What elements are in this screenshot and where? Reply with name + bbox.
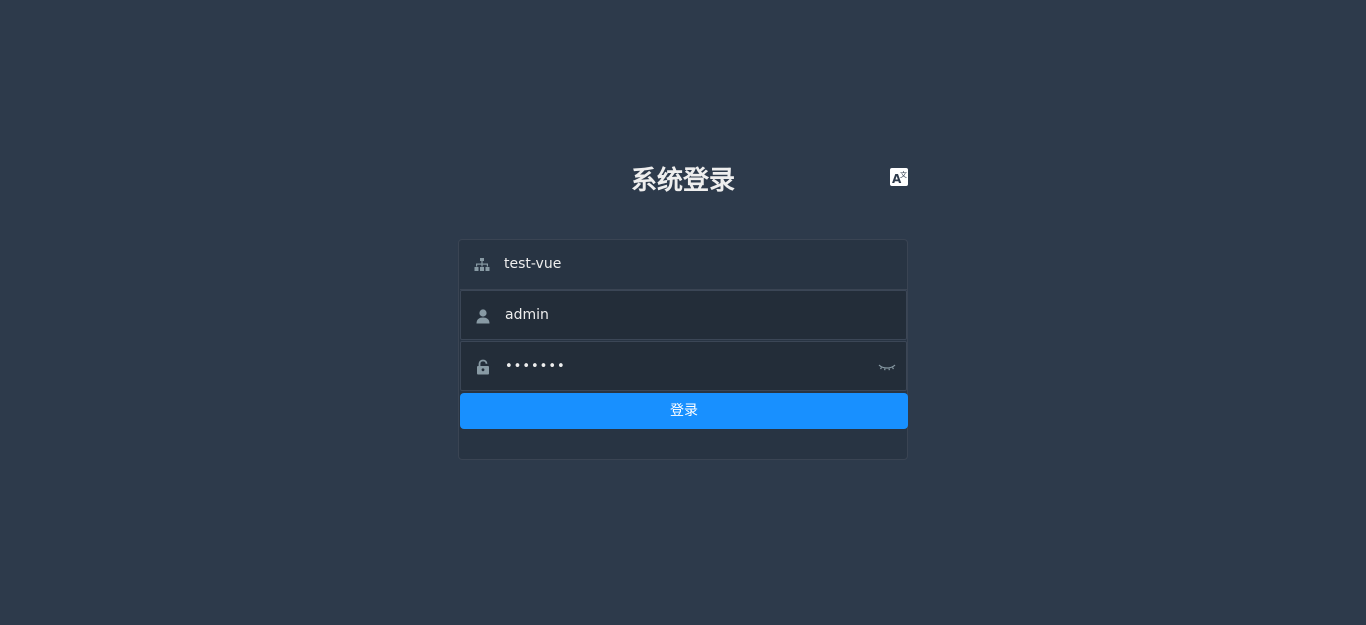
username-input[interactable] [505,291,865,339]
eye-closed-icon[interactable] [878,359,896,375]
login-button[interactable]: 登录 [460,393,908,429]
password-field [460,341,907,391]
tenant-field [460,240,907,290]
login-form: 登录 [458,239,908,460]
translate-icon: A 文 [892,170,907,186]
username-field [460,290,907,340]
tenant-input[interactable] [504,240,864,288]
password-input[interactable] [505,342,865,390]
language-switch-button[interactable]: A 文 [890,168,908,186]
lock-icon [475,359,491,375]
svg-text:文: 文 [900,170,907,179]
page-title: 系统登录 [630,166,735,196]
user-icon [475,308,491,324]
org-tree-icon [474,257,490,273]
